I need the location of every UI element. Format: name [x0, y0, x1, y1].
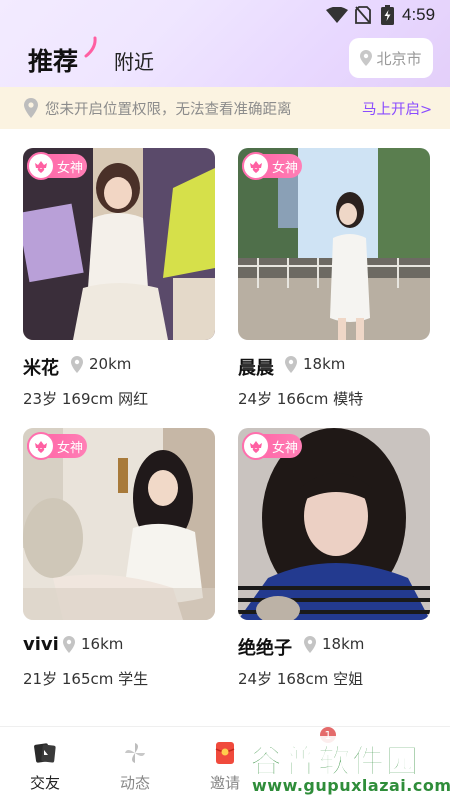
profile-name: 绝绝子 [238, 638, 292, 659]
location-pin-icon [71, 356, 83, 373]
goddess-badge: 女神 [27, 152, 87, 180]
crown-heart-icon [242, 152, 270, 180]
goddess-badge: 女神 [242, 432, 302, 460]
location-pin-icon [304, 636, 316, 653]
pinwheel-icon [125, 743, 145, 763]
profile-distance: 18km [322, 635, 365, 653]
active-tab-indicator [84, 36, 97, 58]
profile-distance: 20km [89, 355, 132, 373]
crown-heart-icon [242, 432, 270, 460]
wifi-icon [326, 7, 348, 23]
tab-recommend[interactable]: 推荐 [28, 42, 78, 78]
red-envelope-icon [215, 742, 235, 764]
location-pin-icon [63, 636, 75, 653]
tab-nearby[interactable]: 附近 [114, 46, 154, 75]
badge-label: 女神 [272, 440, 299, 456]
city-label: 北京市 [376, 49, 422, 68]
city-selector-button[interactable]: 北京市 [349, 38, 433, 78]
location-pin-icon [360, 50, 373, 66]
badge-label: 女神 [57, 160, 84, 176]
nav-label: 动态 [119, 774, 150, 792]
nav-item-moments[interactable]: 动态 [90, 727, 180, 800]
badge-label: 女神 [57, 440, 84, 456]
location-pin-icon [24, 98, 38, 118]
profile-info: 21岁 165cm 学生 [23, 670, 149, 688]
profile-name: 米花 [23, 358, 59, 379]
enable-location-link[interactable]: 马上开启> [362, 98, 432, 119]
profile-info: 23岁 169cm 网红 [23, 390, 149, 408]
location-pin-icon [285, 356, 297, 373]
profile-distance: 16km [81, 635, 124, 653]
sim-off-icon [355, 6, 371, 24]
badge-label: 女神 [272, 160, 299, 176]
profile-info: 24岁 166cm 模特 [238, 390, 364, 408]
nav-label: 交友 [29, 774, 60, 792]
battery-charging-icon [381, 5, 394, 25]
profile-name: 晨晨 [238, 358, 274, 379]
profile-info: 24岁 168cm 空姐 [238, 670, 364, 688]
profile-distance: 18km [303, 355, 346, 373]
goddess-badge: 女神 [242, 152, 302, 180]
profile-name: vivi [23, 634, 59, 655]
crown-heart-icon [27, 432, 55, 460]
status-time: 4:59 [402, 5, 436, 24]
chat-cards-icon [34, 743, 56, 763]
location-permission-banner: 您未开启位置权限，无法查看准确距离 马上开启> [0, 87, 450, 129]
status-bar: 4:59 [0, 0, 450, 30]
watermark: 谷普软件园 www.gupuxlazai.com [244, 736, 450, 800]
watermark-url: www.gupuxlazai.com [252, 776, 450, 795]
banner-message: 您未开启位置权限，无法查看准确距离 [45, 102, 292, 118]
crown-heart-icon [27, 152, 55, 180]
goddess-badge: 女神 [27, 432, 87, 460]
nav-item-friends[interactable]: 交友 [0, 727, 90, 800]
